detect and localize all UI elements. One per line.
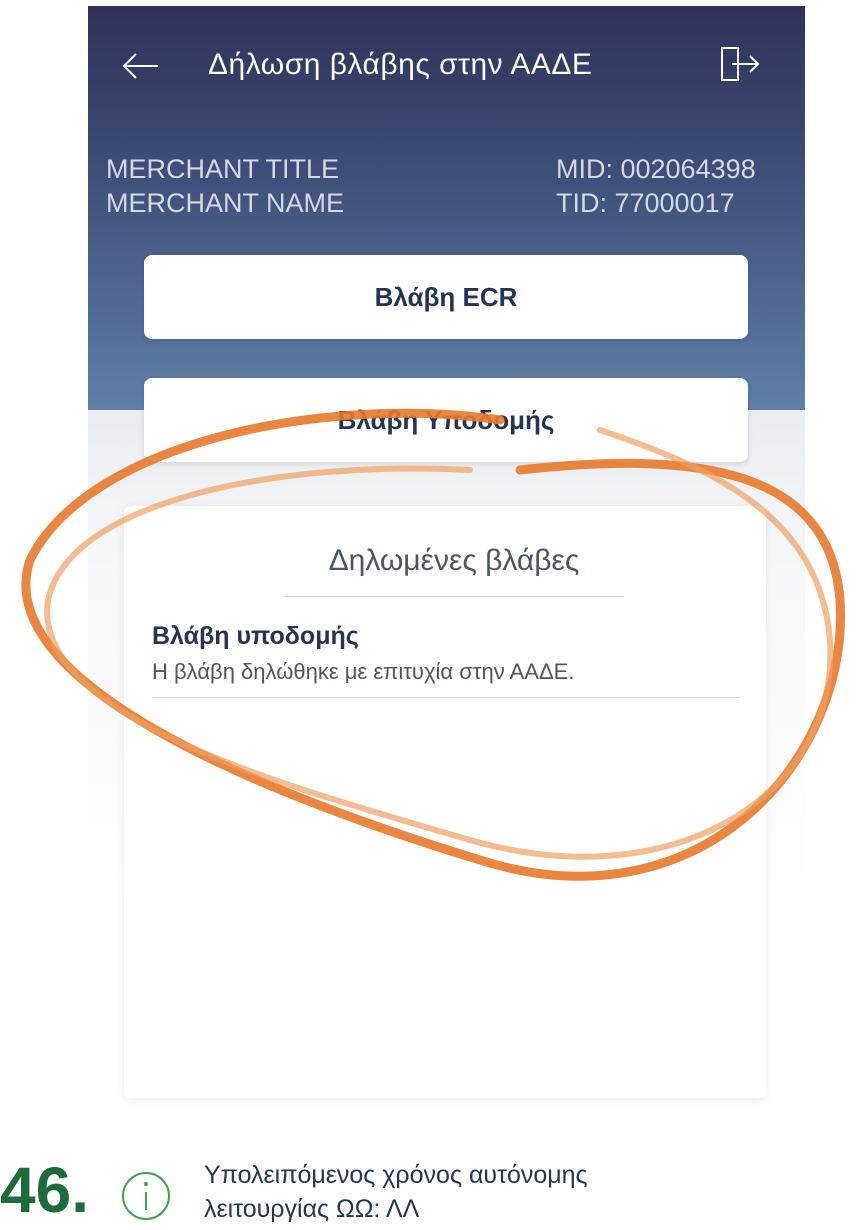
fault-entry-title: Βλάβη υποδομής xyxy=(152,622,359,650)
declared-faults-card: Δηλωμένες βλάβες Βλάβη υποδομής Η βλάβη … xyxy=(124,506,766,1098)
step-number: 46. xyxy=(0,1154,89,1226)
list-item[interactable]: Βλάβη υποδομής Η βλάβη δηλώθηκε με επιτυ… xyxy=(152,622,740,698)
remaining-time-text: Υπολειπόμενος χρόνος αυτόνομης λειτουργί… xyxy=(204,1158,588,1226)
merchant-title: MERCHANT TITLE xyxy=(106,154,340,184)
declared-faults-title: Δηλωμένες βλάβες xyxy=(284,544,624,597)
remaining-time-line-1: Υπολειπόμενος χρόνος αυτόνομης xyxy=(204,1161,588,1189)
remaining-time-line-2: λειτουργίας ΩΩ: ΛΛ xyxy=(204,1195,420,1223)
logout-icon[interactable] xyxy=(718,42,762,86)
info-icon xyxy=(122,1172,170,1220)
infrastructure-fault-button[interactable]: Βλάβη Υποδομής xyxy=(144,378,748,462)
merchant-name: MERCHANT NAME xyxy=(106,188,345,218)
terminal-id: TID: 77000017 xyxy=(556,188,735,218)
merchant-info: MERCHANT TITLE MERCHANT NAME xyxy=(106,152,344,220)
terminal-info: MID: 002064398 TID: 77000017 xyxy=(556,152,756,220)
fault-entry-description: Η βλάβη δηλώθηκε με επιτυχία στην ΑΑΔΕ. xyxy=(152,659,575,684)
merchant-id: MID: 002064398 xyxy=(556,154,756,184)
top-bar: Δήλωση βλάβης στην ΑΑΔΕ xyxy=(88,36,805,96)
ecr-fault-button[interactable]: Βλάβη ECR xyxy=(144,255,748,339)
page-title: Δήλωση βλάβης στην ΑΑΔΕ xyxy=(208,48,593,81)
app-screen: Δήλωση βλάβης στην ΑΑΔΕ MERCHANT TITLE M… xyxy=(88,6,805,1222)
arrow-left-icon[interactable] xyxy=(120,48,160,84)
